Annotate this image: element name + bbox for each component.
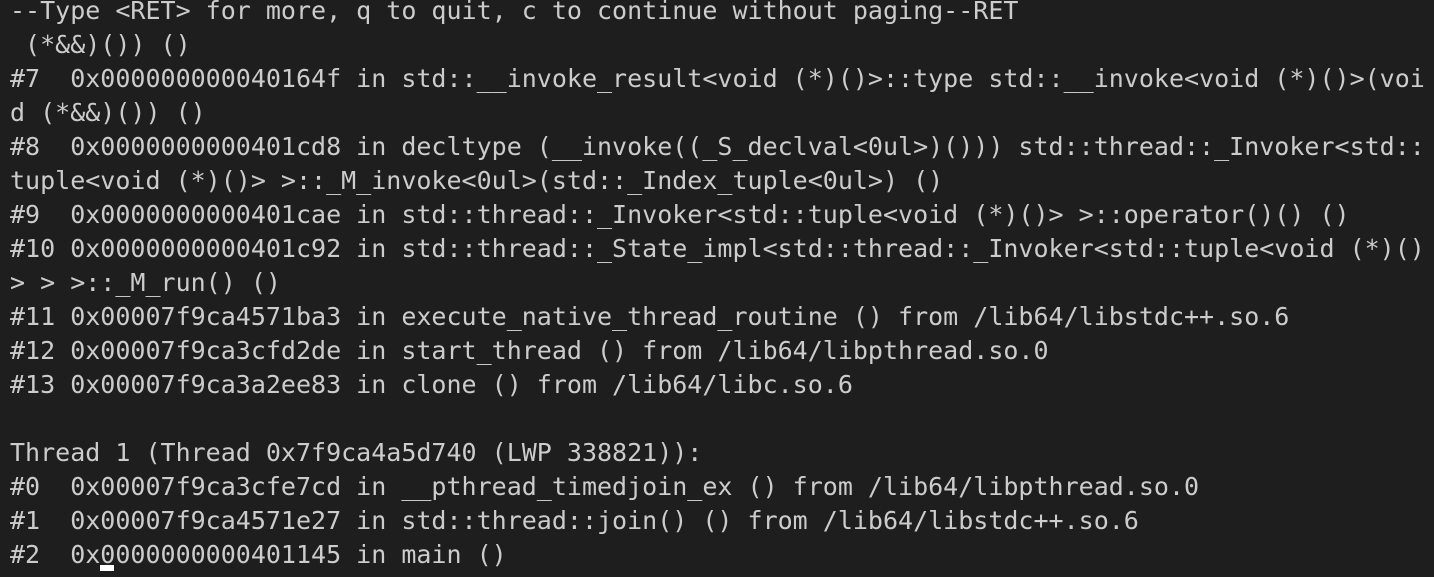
- terminal-line: > > >::_M_run() (): [10, 268, 281, 297]
- terminal-line: --Type <RET> for more, q to quit, c to c…: [10, 0, 1019, 25]
- terminal-line: #9 0x0000000000401cae in std::thread::_I…: [10, 200, 1350, 229]
- terminal-line: #2 0x0000000000401145 in main (): [10, 540, 507, 569]
- terminal-line: Thread 1 (Thread 0x7f9ca4a5d740 (LWP 338…: [10, 438, 703, 467]
- terminal-line: #10 0x0000000000401c92 in std::thread::_…: [10, 234, 1425, 263]
- terminal-line: #13 0x00007f9ca3a2ee83 in clone () from …: [10, 370, 853, 399]
- terminal-line: d (*&&)()) (): [10, 98, 206, 127]
- terminal-line: tuple<void (*)()> >::_M_invoke<0ul>(std:…: [10, 166, 944, 195]
- terminal-line: (*&&)()) (): [10, 30, 191, 59]
- terminal-line: #1 0x00007f9ca4571e27 in std::thread::jo…: [10, 506, 1139, 535]
- terminal-output[interactable]: --Type <RET> for more, q to quit, c to c…: [0, 0, 1434, 571]
- terminal-line: #0 0x00007f9ca3cfe7cd in __pthread_timed…: [10, 472, 1200, 501]
- terminal-line: #12 0x00007f9ca3cfd2de in start_thread (…: [10, 336, 1049, 365]
- terminal-line: #11 0x00007f9ca4571ba3 in execute_native…: [10, 302, 1290, 331]
- terminal-line: #8 0x0000000000401cd8 in decltype (__inv…: [10, 132, 1425, 161]
- terminal-cursor: [100, 565, 114, 571]
- terminal-line: #7 0x000000000040164f in std::__invoke_r…: [10, 64, 1425, 93]
